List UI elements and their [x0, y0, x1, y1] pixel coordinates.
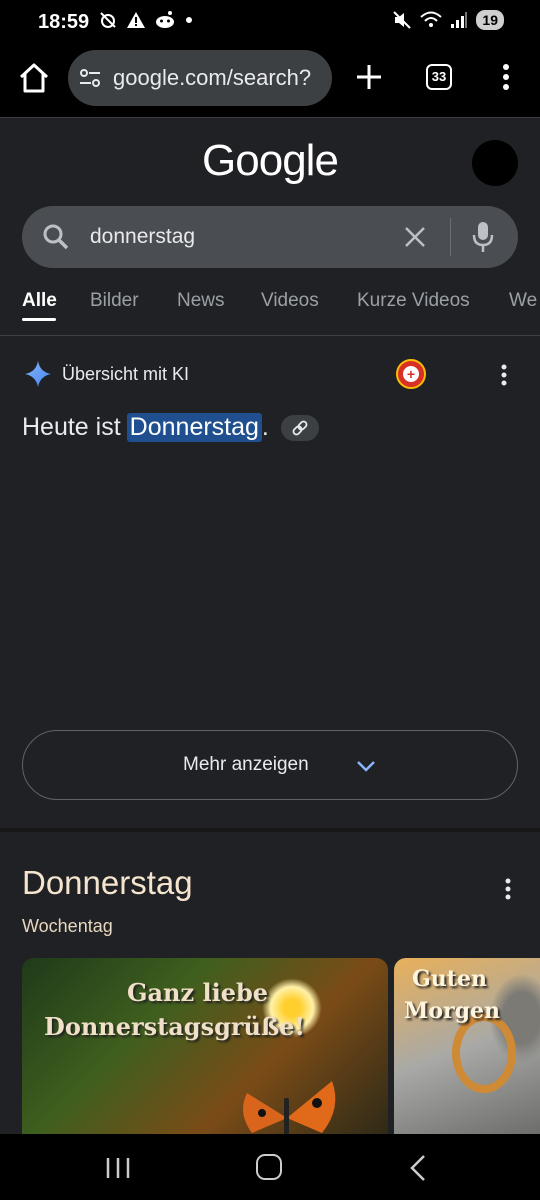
tab-web[interactable]: We [509, 290, 537, 312]
tab-kurze-videos[interactable]: Kurze Videos [357, 290, 470, 312]
tab-videos[interactable]: Videos [261, 290, 319, 312]
recent-apps-icon[interactable] [104, 1156, 132, 1180]
butterfly-graphic [243, 1081, 336, 1134]
ai-answer-suffix: . [261, 413, 269, 441]
browser-toolbar: google.com/search? 33 [0, 44, 540, 118]
nav-home-icon[interactable] [256, 1154, 282, 1180]
home-button[interactable] [16, 60, 52, 96]
knowledge-panel-subtitle: Wochentag [22, 916, 113, 936]
show-more-button[interactable]: Mehr anzeigen [22, 730, 518, 800]
ai-answer-highlight: Donnerstag [126, 413, 262, 442]
account-avatar[interactable] [472, 140, 518, 186]
source-link-chip[interactable] [280, 414, 319, 441]
new-tab-button[interactable] [352, 60, 386, 94]
browser-menu-icon[interactable] [494, 60, 518, 94]
image-text-line1: Ganz liebe [127, 978, 269, 1007]
plus-icon: + [403, 366, 419, 382]
image2-text-line2: Morgen [404, 998, 500, 1024]
link-icon [292, 420, 308, 435]
tab-bilder[interactable]: Bilder [90, 290, 139, 312]
image-text-line2: Donnerstagsgrüße! [44, 1012, 305, 1041]
knowledge-panel-more-icon[interactable] [498, 876, 518, 902]
image-result-morning[interactable]: Guten Morgen [394, 958, 540, 1134]
back-icon[interactable] [408, 1154, 428, 1182]
status-left-icons [98, 10, 194, 30]
reddit-icon [156, 11, 174, 28]
google-logo[interactable]: Google [0, 136, 540, 186]
ai-overview-title: Übersicht mit KI [62, 364, 190, 384]
tab-news[interactable]: News [177, 290, 225, 312]
dot-icon [186, 17, 192, 23]
ai-overview-more-icon[interactable] [494, 362, 514, 388]
search-divider [450, 218, 451, 256]
status-right-icons: 19 [392, 10, 504, 30]
url-text: google.com/search? [113, 65, 312, 90]
url-bar[interactable]: google.com/search? [68, 50, 332, 106]
wifi-icon [420, 11, 443, 27]
ai-sparkle-icon [25, 361, 51, 387]
alarm-off-icon [100, 12, 116, 28]
warning-icon [127, 12, 145, 28]
status-time: 18:59 [38, 11, 90, 33]
system-navigation-bar [0, 1134, 540, 1200]
search-icon [43, 224, 69, 250]
active-tab-indicator [22, 318, 56, 321]
mute-icon [393, 11, 412, 29]
search-tabs: Alle Bilder News Videos Kurze Videos We [0, 286, 540, 336]
tab-switcher-button[interactable]: 33 [426, 64, 452, 90]
pretzel-graphic [452, 1013, 516, 1093]
clear-search-icon[interactable] [402, 224, 428, 250]
search-box[interactable]: donnerstag [22, 206, 518, 268]
search-input[interactable]: donnerstag [90, 225, 195, 249]
microphone-icon[interactable] [470, 220, 496, 254]
show-more-label: Mehr anzeigen [183, 754, 309, 775]
ai-source-badge[interactable]: + [396, 359, 426, 389]
chevron-down-icon [357, 761, 375, 772]
knowledge-panel-title: Donnerstag [22, 864, 193, 901]
status-bar: 18:59 19 [0, 0, 540, 44]
image-result-greeting[interactable]: Ganz liebe Donnerstagsgrüße! [22, 958, 388, 1134]
ai-answer-prefix: Heute ist [22, 413, 121, 441]
section-separator [0, 828, 540, 832]
image2-text-line1: Guten [412, 966, 487, 992]
battery-indicator: 19 [476, 10, 504, 30]
signal-icon [451, 12, 468, 28]
ai-answer: Heute ist Donnerstag . [22, 413, 319, 442]
site-settings-icon[interactable] [78, 66, 102, 90]
tab-alle[interactable]: Alle [22, 290, 57, 312]
